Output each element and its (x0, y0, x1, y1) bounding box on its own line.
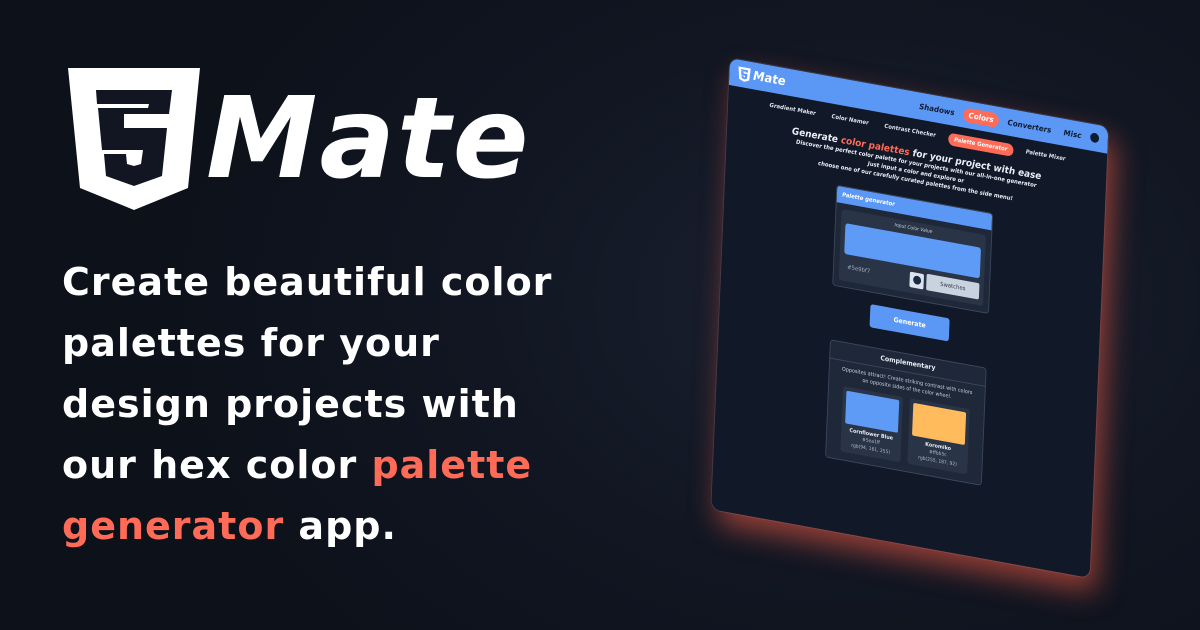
brand-logo: Mate (68, 68, 531, 210)
app-window: Mate Shadows Colors Converters Misc Grad… (711, 58, 1109, 578)
tagline: Create beautiful color palettes for your… (62, 252, 582, 557)
palette-generator-card: Palette generator Input Color Value #5e9… (832, 184, 994, 314)
brand-name: Mate (206, 74, 531, 204)
tagline-accent-palette: palette (371, 443, 533, 487)
complementary-card: Complementary Opposites attract! Create … (825, 339, 987, 486)
nav-misc[interactable]: Misc (1060, 125, 1085, 142)
nav-shadows[interactable]: Shadows (915, 99, 958, 119)
tagline-accent-generator: generator (62, 504, 285, 548)
app-mockup: Mate Shadows Colors Converters Misc Grad… (595, 58, 1115, 578)
color-picker-icon (912, 275, 921, 286)
swatch-card[interactable]: Koromiko #ffbb5c rgb(255, 187, 92) (907, 398, 970, 475)
swatch-card[interactable]: Cornflower Blue #5ea1ff rgb(94, 161, 255… (840, 386, 903, 463)
app-brand: Mate (752, 68, 786, 89)
css3-shield-icon (68, 68, 200, 210)
color-picker-button[interactable] (909, 271, 925, 290)
css3-shield-icon (738, 65, 751, 82)
generate-button[interactable]: Generate (869, 304, 950, 342)
swatch-color (845, 390, 900, 433)
nav-converters[interactable]: Converters (1004, 115, 1055, 137)
swatches-button[interactable]: Swatches (926, 273, 980, 300)
swatch-color (912, 402, 967, 446)
github-icon[interactable] (1090, 132, 1100, 144)
tagline-end: app. (284, 504, 397, 548)
nav-colors[interactable]: Colors (963, 106, 1000, 128)
